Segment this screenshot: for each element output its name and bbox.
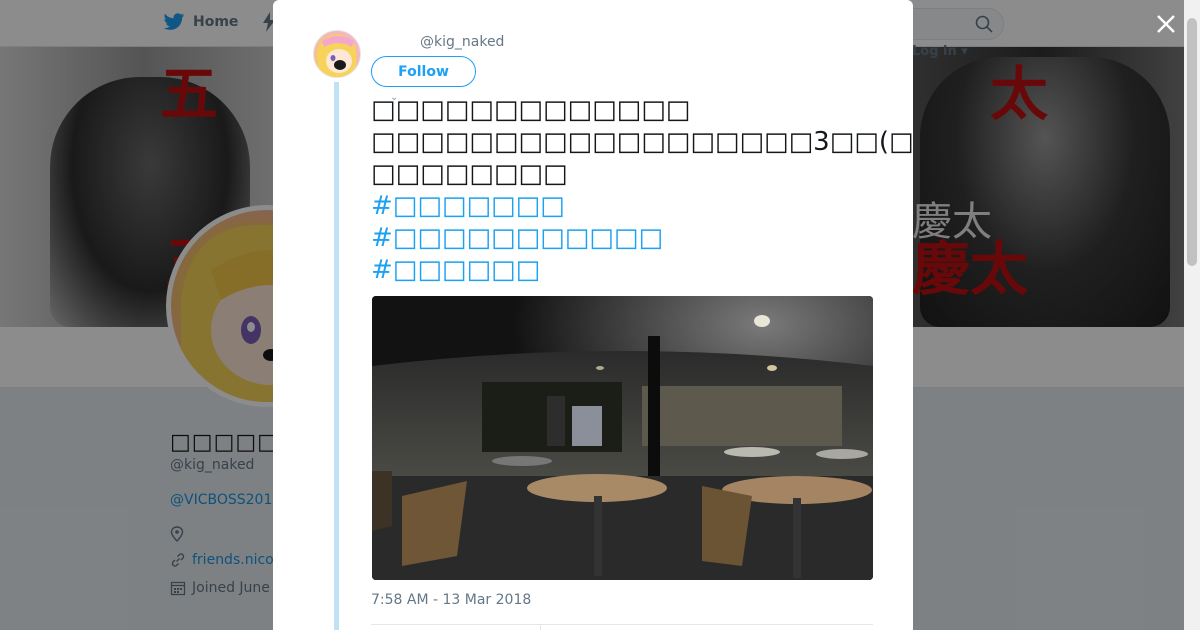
avatar-illustration: [318, 34, 356, 77]
divider: [540, 625, 541, 630]
scrollbar-thumb[interactable]: [1187, 18, 1197, 266]
tweet-photo[interactable]: [372, 296, 873, 580]
thread-connector-line: [334, 82, 339, 630]
close-modal-button[interactable]: [1154, 12, 1178, 36]
tweet-author-handle[interactable]: @kig_naked: [420, 34, 504, 50]
night-cafe-terrace-photo: [372, 296, 873, 580]
close-icon: [1157, 15, 1175, 33]
hashtag-link[interactable]: #□□□□□□□□□□□: [371, 222, 881, 254]
hashtag-link[interactable]: #□□□□□□: [371, 254, 881, 286]
tweet-text: □□□□□□□□□□□□□ □□□□□□□□□□□□□□□□□□3□□(□ □□□…: [371, 94, 913, 286]
follow-button[interactable]: Follow: [371, 56, 476, 87]
tweet-modal: @kig_naked Follow ⌄ □□□□□□□□□□□□□ □□□□□□…: [273, 0, 913, 630]
tweet-text-line: □□□□□□□□□□□□□□□□□□3□□(□□□□□): [371, 127, 913, 157]
tweet-author-avatar[interactable]: [313, 30, 361, 78]
hashtag-link[interactable]: #□□□□□□□: [371, 190, 881, 222]
tweet-timestamp[interactable]: 7:58 AM - 13 Mar 2018: [371, 592, 531, 608]
tweet-text-line: □□□□□□□□: [371, 159, 568, 189]
divider: [371, 624, 873, 625]
tweet-text-line: □□□□□□□□□□□□□: [371, 95, 691, 125]
page-scrollbar[interactable]: [1184, 0, 1200, 630]
